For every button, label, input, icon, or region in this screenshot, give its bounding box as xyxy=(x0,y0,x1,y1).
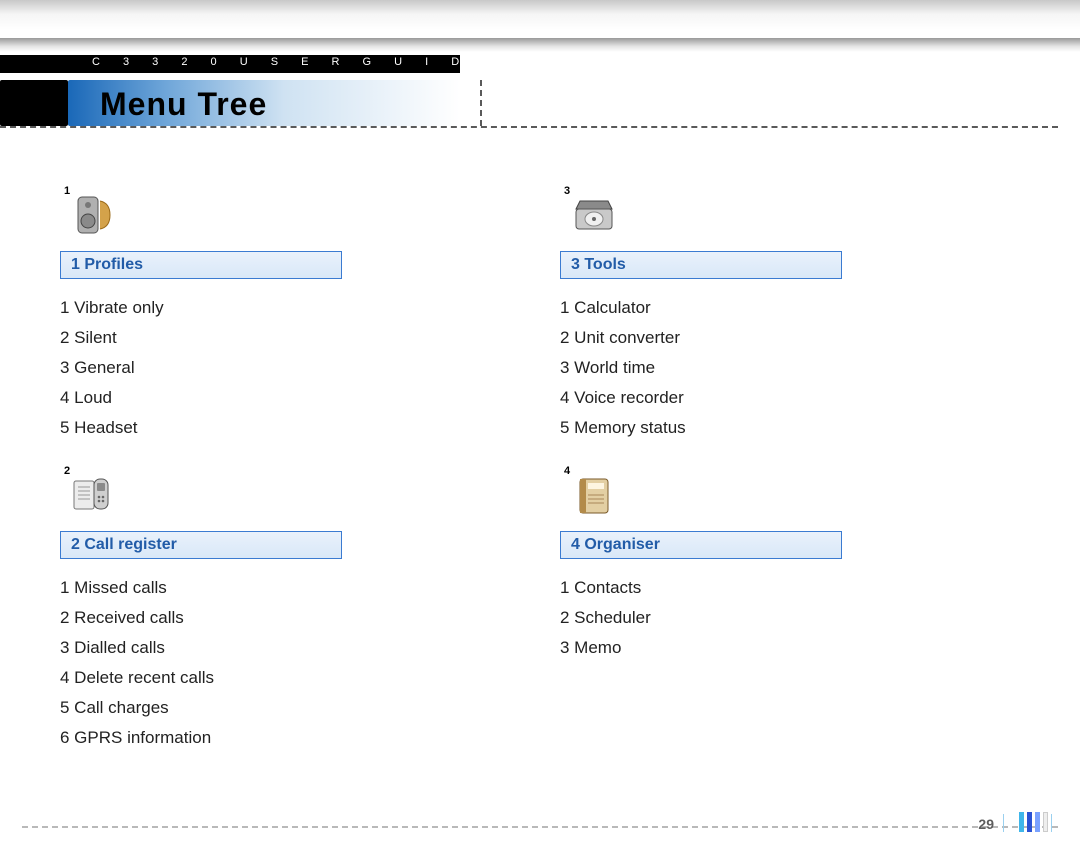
section-index: 3 xyxy=(564,185,570,197)
list-item: 6 GPRS information xyxy=(60,723,440,753)
section-index: 4 xyxy=(564,465,570,477)
section-icon-wrap: 3 xyxy=(560,185,940,245)
list-item: 5 Memory status xyxy=(560,413,940,443)
footer-color-bars xyxy=(1019,812,1048,832)
list-item: 2 Unit converter xyxy=(560,323,940,353)
list-item: 1 Contacts xyxy=(560,573,940,603)
footer-separator-left xyxy=(1003,814,1004,832)
top-dashed-rule xyxy=(0,126,1058,128)
left-column: 1 1 Profiles 1 Vibrate only 2 Silent 3 G… xyxy=(60,185,440,753)
vertical-dash xyxy=(480,80,482,126)
list-item: 1 Vibrate only xyxy=(60,293,440,323)
content-columns: 1 1 Profiles 1 Vibrate only 2 Silent 3 G… xyxy=(60,185,1040,753)
list-item: 3 World time xyxy=(560,353,940,383)
title-black-block xyxy=(0,80,68,126)
list-item: 3 Dialled calls xyxy=(60,633,440,663)
bar-outline xyxy=(1043,812,1048,832)
section-icon-wrap: 4 xyxy=(560,465,940,525)
section-icon-wrap: 2 xyxy=(60,465,440,525)
list-item: 3 General xyxy=(60,353,440,383)
section-index: 1 xyxy=(64,185,70,197)
bar-blue xyxy=(1027,812,1032,832)
briefcase-icon xyxy=(570,191,618,239)
list-item: 1 Calculator xyxy=(560,293,940,323)
section-header-tools: 3 Tools xyxy=(560,251,842,279)
list-item: 4 Loud xyxy=(60,383,440,413)
footer-separator-right xyxy=(1051,814,1052,832)
right-column: 3 3 Tools 1 Calculator 2 Unit converter … xyxy=(560,185,940,753)
list-item: 2 Received calls xyxy=(60,603,440,633)
list-item: 1 Missed calls xyxy=(60,573,440,603)
list-item: 4 Delete recent calls xyxy=(60,663,440,693)
section-list-call-register: 1 Missed calls 2 Received calls 3 Dialle… xyxy=(60,573,440,753)
section-icon-wrap: 1 xyxy=(60,185,440,245)
bar-lightblue xyxy=(1035,812,1040,832)
header-small-text: C 3 3 2 0 U S E R G U I D E xyxy=(92,56,500,68)
list-item: 5 Call charges xyxy=(60,693,440,723)
section-list-organiser: 1 Contacts 2 Scheduler 3 Memo xyxy=(560,573,940,663)
list-item: 2 Silent xyxy=(60,323,440,353)
organiser-book-icon xyxy=(570,471,618,519)
speaker-icon xyxy=(70,191,118,239)
bottom-dashed-rule xyxy=(22,826,1058,828)
list-item: 3 Memo xyxy=(560,633,940,663)
section-header-call-register: 2 Call register xyxy=(60,531,342,559)
section-header-organiser: 4 Organiser xyxy=(560,531,842,559)
list-item: 2 Scheduler xyxy=(560,603,940,633)
page: C 3 3 2 0 U S E R G U I D E Menu Tree 1 … xyxy=(0,0,1080,864)
list-item: 4 Voice recorder xyxy=(560,383,940,413)
section-list-profiles: 1 Vibrate only 2 Silent 3 General 4 Loud… xyxy=(60,293,440,443)
page-number: 29 xyxy=(978,816,994,832)
section-index: 2 xyxy=(64,465,70,477)
page-title: Menu Tree xyxy=(100,86,267,123)
bar-cyan xyxy=(1019,812,1024,832)
phone-notes-icon xyxy=(70,471,118,519)
list-item: 5 Headset xyxy=(60,413,440,443)
section-list-tools: 1 Calculator 2 Unit converter 3 World ti… xyxy=(560,293,940,443)
section-header-profiles: 1 Profiles xyxy=(60,251,342,279)
top-gradient-band xyxy=(0,38,1080,52)
